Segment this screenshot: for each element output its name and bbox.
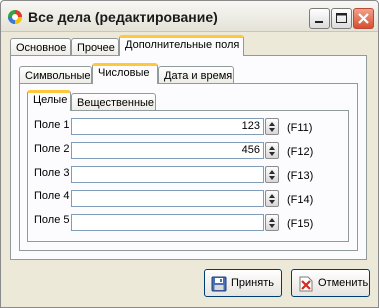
field-input[interactable] bbox=[71, 166, 264, 183]
tab-label: Числовые bbox=[98, 67, 150, 79]
field-label: Поле 4 bbox=[34, 190, 70, 202]
tab-label: Вещественные bbox=[77, 97, 155, 109]
title-bar[interactable]: Все дела (редактирование) bbox=[1, 1, 378, 32]
tab-main[interactable]: Основное bbox=[10, 38, 71, 56]
minimize-icon bbox=[315, 21, 323, 23]
field-input[interactable]: 456 bbox=[71, 142, 264, 159]
field-label: Поле 2 bbox=[34, 143, 70, 155]
tab-date-time[interactable]: Дата и время bbox=[158, 66, 234, 84]
accept-button-label: Принять bbox=[231, 277, 274, 289]
field-input[interactable]: 123 bbox=[71, 118, 264, 135]
tab-label: Целые bbox=[33, 94, 68, 106]
cancel-button-label: Отменить bbox=[318, 277, 369, 289]
tab-character[interactable]: Символьные bbox=[19, 66, 92, 84]
close-button[interactable] bbox=[353, 8, 374, 29]
tab-label: Дата и время bbox=[164, 70, 233, 82]
tab-real[interactable]: Вещественные bbox=[71, 93, 156, 111]
field-label: Поле 1 bbox=[34, 119, 70, 131]
close-icon bbox=[358, 13, 369, 24]
field-code: (F15) bbox=[287, 218, 314, 230]
tab-additional-fields[interactable]: Дополнительные поля bbox=[119, 35, 244, 56]
tab-label: Символьные bbox=[25, 70, 91, 82]
field-code: (F14) bbox=[287, 194, 314, 206]
field-code: (F12) bbox=[287, 146, 314, 158]
spinner-arrows-icon[interactable] bbox=[265, 166, 279, 183]
field-input[interactable] bbox=[71, 214, 264, 231]
minimize-button[interactable] bbox=[309, 8, 330, 29]
field-label: Поле 5 bbox=[34, 214, 70, 226]
tab-label: Прочее bbox=[77, 42, 115, 54]
field-input[interactable] bbox=[71, 190, 264, 207]
field-label: Поле 3 bbox=[34, 167, 70, 179]
field-code: (F13) bbox=[287, 170, 314, 182]
tab-integer[interactable]: Целые bbox=[27, 90, 71, 111]
spinner-arrows-icon[interactable] bbox=[265, 190, 279, 207]
app-icon bbox=[8, 10, 22, 24]
spinner-arrows-icon[interactable] bbox=[265, 118, 279, 135]
dialog-window: Все дела (редактирование) Основное Проче… bbox=[0, 0, 379, 308]
cancel-document-icon bbox=[299, 276, 313, 292]
tab-label: Основное bbox=[16, 42, 67, 54]
maximize-button[interactable] bbox=[331, 8, 352, 29]
maximize-icon bbox=[336, 13, 347, 23]
cancel-button[interactable]: Отменить bbox=[291, 269, 370, 297]
spinner-arrows-icon[interactable] bbox=[265, 142, 279, 159]
spinner-arrows-icon[interactable] bbox=[265, 214, 279, 231]
tab-label: Дополнительные поля bbox=[125, 39, 240, 51]
accept-button[interactable]: Принять bbox=[204, 269, 282, 297]
tab-other[interactable]: Прочее bbox=[71, 38, 119, 56]
floppy-disk-icon bbox=[211, 276, 227, 292]
tab-numeric[interactable]: Числовые bbox=[92, 63, 158, 84]
field-code: (F11) bbox=[287, 122, 313, 134]
window-title: Все дела (редактирование) bbox=[28, 9, 218, 25]
